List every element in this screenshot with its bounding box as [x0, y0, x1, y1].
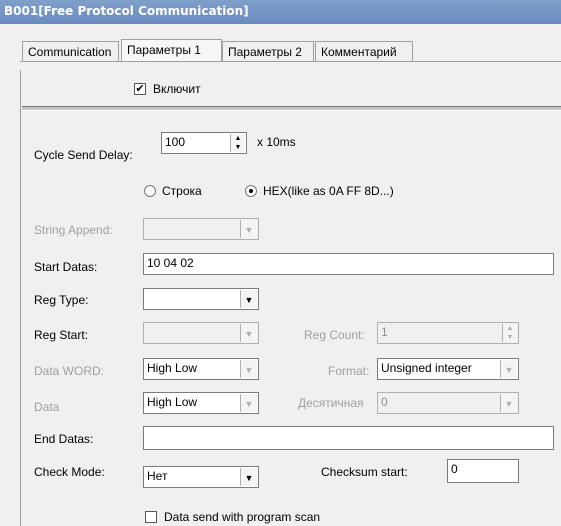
data-value: High Low: [147, 395, 198, 409]
radio-hex-dot: [249, 189, 253, 193]
data-word-label: Data WORD:: [34, 364, 105, 378]
panel-border: [20, 70, 21, 526]
data-send-checkbox[interactable]: [145, 511, 157, 523]
cycle-delay-label: Cycle Send Delay:: [34, 148, 133, 162]
spin-down-icon: ▼: [234, 144, 242, 151]
spin-up-icon: ▲: [234, 135, 242, 142]
end-datas-label: End Datas:: [34, 432, 94, 446]
tab-communication[interactable]: Communication: [22, 41, 119, 61]
check-mode-value: Нет: [147, 469, 168, 483]
cycle-delay-unit: x 10ms: [257, 135, 296, 149]
window-title: B001[Free Protocol Communication]: [4, 4, 249, 18]
format-select[interactable]: Unsigned integer ▼: [377, 358, 519, 380]
reg-count-input[interactable]: 1 ▲ ▼: [377, 322, 519, 344]
radio-hex[interactable]: [245, 185, 257, 197]
start-datas-input[interactable]: 10 04 02: [143, 253, 554, 275]
tab-bar: Communication Параметры 1 Параметры 2 Ко…: [0, 24, 561, 70]
cycle-delay-value: 100: [165, 135, 186, 149]
spin-up-icon: ▲: [506, 325, 514, 332]
string-append-select[interactable]: ▼: [143, 218, 259, 240]
decimal-value: 0: [381, 395, 388, 409]
check-icon: ✔: [135, 83, 145, 95]
chevron-down-icon: ▼: [240, 290, 257, 308]
tab-parameters-1[interactable]: Параметры 1: [121, 39, 222, 62]
tab-parameters-2[interactable]: Параметры 2: [222, 41, 314, 61]
check-mode-label: Check Mode:: [34, 465, 105, 479]
checksum-start-value: 0: [451, 462, 458, 476]
radio-string[interactable]: [144, 185, 156, 197]
data-select[interactable]: High Low ▼: [143, 392, 259, 414]
reg-start-select[interactable]: ▼: [143, 322, 259, 344]
chevron-down-icon: ▼: [240, 220, 257, 238]
data-word-value: High Low: [147, 361, 198, 375]
reg-start-label: Reg Start:: [34, 328, 89, 342]
chevron-down-icon: ▼: [500, 394, 517, 412]
tab-divider: [20, 61, 561, 62]
decimal-label: Десятичная: [298, 396, 364, 410]
tab-comment[interactable]: Комментарий: [315, 41, 413, 61]
reg-type-select[interactable]: ▼: [143, 288, 259, 310]
check-mode-select[interactable]: Нет ▼: [143, 466, 259, 488]
end-datas-input[interactable]: [143, 426, 554, 450]
enable-checkbox[interactable]: ✔: [134, 83, 146, 95]
chevron-down-icon: ▼: [500, 360, 517, 378]
reg-count-spinner[interactable]: ▲ ▼: [502, 324, 517, 342]
chevron-down-icon: ▼: [240, 360, 257, 378]
chevron-down-icon: ▼: [240, 468, 257, 486]
format-label: Format:: [328, 364, 370, 378]
separator: [22, 106, 561, 111]
reg-count-value: 1: [381, 325, 388, 339]
chevron-down-icon: ▼: [240, 394, 257, 412]
data-send-label: Data send with program scan: [164, 510, 321, 524]
cycle-delay-spinner[interactable]: ▲ ▼: [230, 134, 245, 152]
data-word-select[interactable]: High Low ▼: [143, 358, 259, 380]
reg-type-label: Reg Type:: [34, 293, 89, 307]
data-label: Data: [34, 400, 60, 414]
radio-string-label: Строка: [162, 184, 202, 198]
format-value: Unsigned integer: [381, 361, 472, 375]
start-datas-value: 10 04 02: [147, 256, 194, 270]
radio-hex-label: HEX(like as 0A FF 8D...): [263, 184, 394, 198]
enable-label: Включит: [153, 82, 201, 96]
title-bar: B001[Free Protocol Communication]: [0, 0, 561, 24]
string-append-label: String Append:: [34, 223, 113, 237]
chevron-down-icon: ▼: [240, 324, 257, 342]
cycle-delay-input[interactable]: 100 ▲ ▼: [161, 132, 247, 154]
start-datas-label: Start Datas:: [34, 260, 98, 274]
checksum-start-input[interactable]: 0: [447, 459, 519, 483]
checksum-start-label: Checksum start:: [321, 465, 408, 479]
reg-count-label: Reg Count:: [304, 328, 365, 342]
spin-down-icon: ▼: [506, 334, 514, 341]
decimal-select[interactable]: 0 ▼: [377, 392, 519, 414]
